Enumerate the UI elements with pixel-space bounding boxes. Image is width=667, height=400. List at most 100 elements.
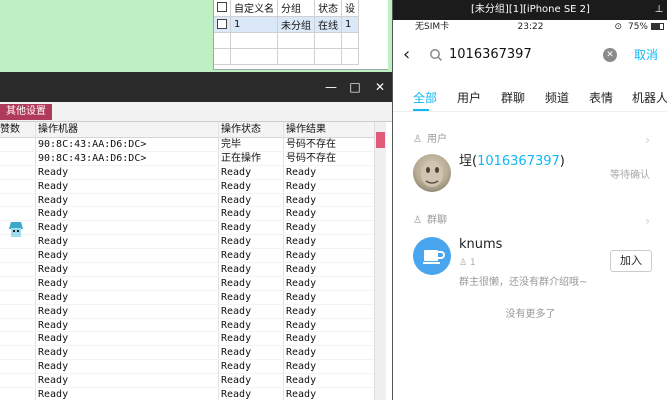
table-row[interactable]: 90:8C:43:AA:D6:DC> 正在操作 号码不存在	[0, 152, 386, 166]
users-section-header[interactable]: ♙ 用户 ›	[393, 132, 667, 148]
tab-groups[interactable]: 群聊	[501, 90, 525, 106]
phone-status-bar: 无SIM卡 23:22 ⊙ 75%	[393, 20, 667, 34]
groups-section-header[interactable]: ♙ 群聊 ›	[393, 213, 667, 229]
table-row[interactable]: Ready Ready Ready	[0, 319, 386, 333]
window-titlebar[interactable]: — □ ✕	[0, 72, 398, 102]
tab-stickers[interactable]: 表情	[589, 90, 613, 106]
table-row[interactable]: Ready Ready Ready	[0, 388, 386, 400]
maximize-button[interactable]: □	[346, 78, 364, 96]
result-cell: 号码不存在	[286, 152, 336, 164]
table-row[interactable]: Ready Ready Ready	[0, 277, 386, 291]
member-count: ♙ 1	[459, 258, 476, 268]
phone-mirror-window: [未分组][1][iPhone SE 2] ⊥ 无SIM卡 23:22 ⊙ 75…	[392, 0, 667, 400]
vertical-scrollbar[interactable]	[374, 122, 386, 400]
state-cell: Ready	[221, 375, 252, 387]
search-icon	[430, 49, 443, 62]
robot-icon	[9, 222, 23, 237]
clear-search-button[interactable]: ✕	[603, 48, 617, 62]
client-name: 1	[230, 16, 278, 33]
table-row[interactable]: Ready Ready Ready	[0, 305, 386, 319]
state-cell: Ready	[221, 319, 252, 331]
back-button[interactable]: ‹	[403, 44, 419, 66]
header-group[interactable]: 分组	[277, 0, 315, 17]
chevron-right-icon: ›	[645, 133, 650, 147]
result-cell: 号码不存在	[286, 139, 336, 150]
machine-cell: Ready	[38, 250, 69, 262]
cancel-button[interactable]: 取消	[634, 43, 658, 67]
machine-cell: 90:8C:43:AA:D6:DC>	[38, 139, 147, 150]
operation-grid: 赞数 操作机器 操作状态 操作结果 90:8C:43:AA:D6:DC> 完毕 号码…	[0, 122, 386, 400]
machine-cell: Ready	[38, 222, 69, 234]
result-cell: Ready	[286, 277, 317, 289]
table-row[interactable]: Ready Ready Ready	[0, 180, 386, 194]
grid-body: 90:8C:43:AA:D6:DC> 完毕 号码不存在 90:8C:43:AA:D6:…	[0, 138, 386, 400]
table-row[interactable]: Ready Ready Ready	[0, 346, 386, 361]
machine-cell: Ready	[38, 277, 69, 289]
table-row[interactable]: Ready Ready Ready	[0, 194, 386, 208]
table-row[interactable]: Ready Ready Ready	[0, 360, 386, 375]
join-button[interactable]: 加入	[610, 250, 652, 272]
table-row[interactable]: Ready Ready Ready	[0, 235, 386, 250]
tab-users[interactable]: 用户	[457, 90, 481, 106]
battery-icon	[651, 23, 664, 30]
state-cell: Ready	[221, 222, 252, 234]
client-list-table: 自定义名 分组 状态 设 1 未分组 在线 1	[213, 0, 388, 70]
state-cell: 正在操作	[221, 152, 261, 164]
result-cell: Ready	[286, 291, 317, 303]
tab-all[interactable]: 全部	[413, 90, 437, 106]
table-row[interactable]: Ready Ready Ready	[0, 263, 386, 277]
chevron-right-icon: ›	[645, 214, 650, 228]
header-status[interactable]: 状态	[314, 0, 342, 17]
table-row[interactable]: Ready Ready Ready	[0, 291, 386, 305]
state-cell: Ready	[221, 291, 252, 303]
header-custom-name[interactable]: 自定义名	[230, 0, 278, 17]
table-row[interactable]: Ready Ready Ready	[0, 221, 386, 236]
member-icon: ♙	[459, 258, 468, 268]
search-bar: ‹ 1016367397 ✕ 取消	[393, 38, 667, 72]
state-cell: Ready	[221, 250, 252, 262]
header-machine[interactable]: 操作机器	[38, 122, 218, 138]
row-checkbox[interactable]	[214, 16, 231, 33]
tab-bots[interactable]: 机器人	[632, 90, 667, 106]
minimize-button[interactable]: —	[322, 78, 340, 96]
machine-cell: Ready	[38, 361, 69, 373]
result-cell: Ready	[286, 194, 317, 206]
header-likes[interactable]: 赞数	[0, 122, 34, 138]
table-row[interactable]: 90:8C:43:AA:D6:DC> 完毕 号码不存在	[0, 138, 386, 152]
no-more-results: 没有更多了	[505, 309, 556, 320]
table-row[interactable]: Ready Ready Ready	[0, 207, 386, 222]
result-tabs: 全部 用户 群聊 频道 表情 机器人	[393, 84, 667, 112]
state-cell: Ready	[221, 333, 252, 345]
phone-window-title[interactable]: [未分组][1][iPhone SE 2] ⊥	[393, 0, 667, 20]
result-cell: Ready	[286, 305, 317, 317]
users-section-label: 用户	[427, 134, 447, 145]
header-state[interactable]: 操作状态	[221, 122, 285, 138]
user-name: 埕(1016367397)	[459, 154, 565, 169]
header-extra[interactable]: 设	[341, 0, 359, 17]
user-result-item[interactable]: 埕(1016367397) 等待确认	[393, 150, 667, 196]
result-cell: Ready	[286, 389, 317, 400]
scrollbar-thumb[interactable]	[376, 132, 385, 148]
avatar	[413, 154, 451, 192]
table-row[interactable]: Ready Ready Ready	[0, 332, 386, 347]
select-all-checkbox[interactable]	[214, 0, 231, 17]
table-row[interactable]: Ready Ready Ready	[0, 166, 386, 180]
operation-window: — □ ✕ 其他设置 赞数 操作机器 操作状态 操作结果 90:8C:43:AA…	[0, 72, 398, 400]
search-input[interactable]: 1016367397 ✕	[427, 43, 617, 67]
tab-channels[interactable]: 频道	[545, 90, 569, 106]
state-cell: Ready	[221, 277, 252, 289]
client-row[interactable]: 1 未分组 在线 1	[214, 16, 359, 33]
group-description: 群主很懒，还没有群介绍哦~	[459, 277, 588, 288]
pin-icon[interactable]: ⊥	[654, 2, 664, 18]
close-button[interactable]: ✕	[371, 78, 389, 96]
group-result-item[interactable]: knums ♙ 1 群主很懒，还没有群介绍哦~ 加入	[393, 233, 667, 293]
state-cell: Ready	[221, 347, 252, 359]
header-result[interactable]: 操作结果	[286, 122, 362, 138]
result-cell: Ready	[286, 236, 317, 248]
clock-label: 23:22	[517, 22, 544, 32]
search-query: 1016367397	[449, 47, 532, 62]
table-row[interactable]: Ready Ready Ready	[0, 374, 386, 389]
tab-other-settings[interactable]: 其他设置	[0, 104, 52, 120]
machine-cell: 90:8C:43:AA:D6:DC>	[38, 152, 147, 164]
table-row[interactable]: Ready Ready Ready	[0, 249, 386, 264]
